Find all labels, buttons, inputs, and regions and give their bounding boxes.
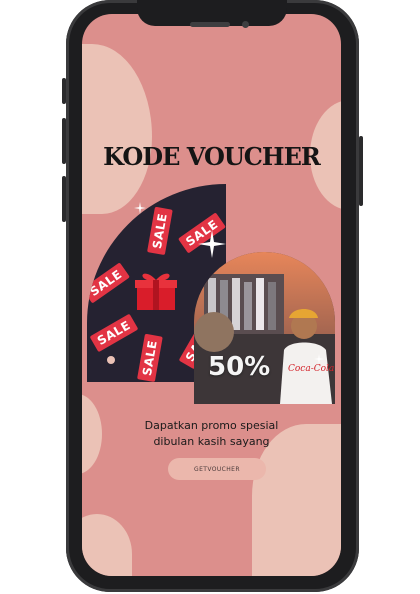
phone-screen: KODE VOUCHER SALE SALE SALE SALE SALE SA… [82, 14, 341, 576]
sparkle-icon [198, 230, 226, 258]
sale-tag: SALE [87, 262, 130, 304]
power-button [359, 136, 363, 206]
promo-photo: 50% Coca-Cola [194, 252, 335, 404]
shirt-brand-text: Coca-Cola [288, 364, 335, 374]
volume-up-button [62, 78, 66, 104]
bg-blob-top-left [82, 44, 152, 214]
sale-tag: SALE [147, 206, 173, 256]
sparkle-icon [314, 354, 324, 364]
description-line-1: Dapatkan promo spesial [144, 419, 279, 432]
gift-icon [135, 273, 177, 310]
bg-blob-bottom-left [82, 514, 132, 576]
promo-description: Dapatkan promo spesial dibulan kasih say… [82, 418, 341, 450]
sparkle-icon [134, 202, 146, 214]
front-camera [242, 21, 249, 28]
get-voucher-button[interactable]: GETVOUCHER [168, 458, 266, 480]
sale-tag: SALE [137, 333, 163, 382]
volume-button [62, 176, 66, 222]
speaker-grille [190, 22, 230, 27]
discount-text: 50% [208, 352, 271, 382]
volume-down-button [62, 118, 66, 164]
sale-tag: SALE [89, 313, 139, 353]
decorative-dot [107, 356, 115, 364]
description-line-2: dibulan kasih sayang [153, 435, 270, 448]
page-title: KODE VOUCHER [103, 142, 321, 171]
